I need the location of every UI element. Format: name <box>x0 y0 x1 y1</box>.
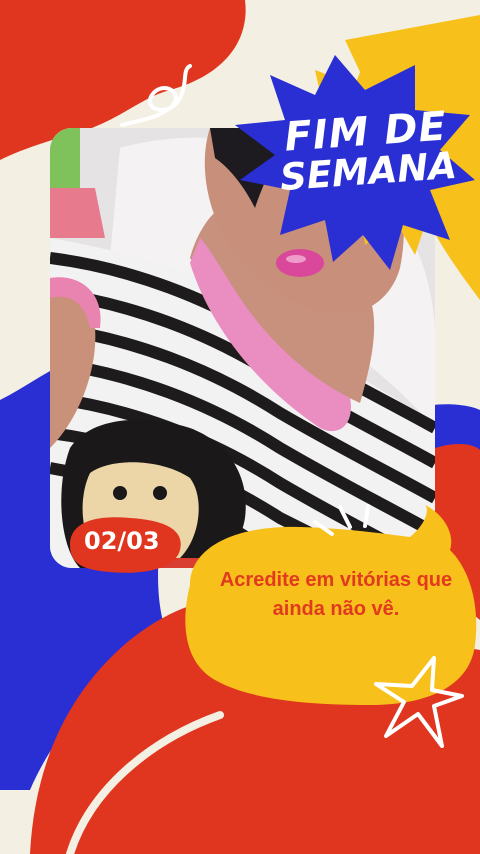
story-canvas: FIM DE SEMANA 02/03 Acredite em vitórias… <box>0 0 480 854</box>
weekend-title: FIM DE SEMANA <box>269 103 464 198</box>
quote-text: Acredite em vitórias que ainda não vê. <box>219 569 453 620</box>
page-counter: 02/03 <box>84 527 160 555</box>
star-outline-icon <box>374 656 464 748</box>
spark-lines-icon <box>313 504 370 536</box>
